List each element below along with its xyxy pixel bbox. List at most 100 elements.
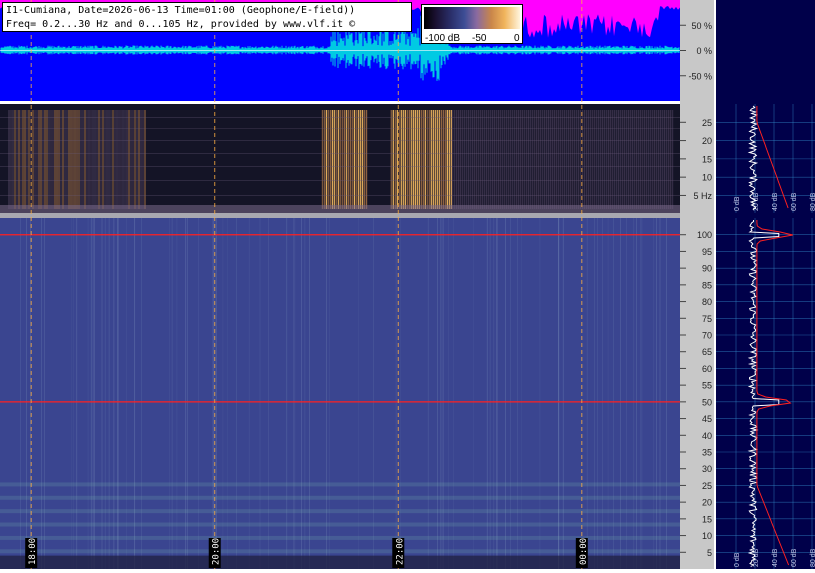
- activity-stripe: [329, 110, 332, 209]
- time-label: 00:00: [579, 538, 589, 565]
- activity-stripe: [479, 110, 482, 209]
- activity-stripe: [559, 110, 562, 209]
- activity-stripe: [60, 110, 62, 209]
- activity-stripe: [402, 110, 404, 209]
- activity-stripe: [633, 110, 636, 209]
- activity-stripe: [487, 110, 490, 209]
- activity-stripe: [655, 110, 658, 209]
- activity-stripe: [491, 110, 494, 209]
- activity-stripe: [400, 110, 402, 209]
- high-freq-y-tick-label: 20: [702, 498, 712, 508]
- activity-stripe: [357, 110, 360, 209]
- station-header: I1-Cumiana, Date=2026-06-13 Time=01:00 (…: [2, 2, 412, 32]
- activity-stripe: [106, 110, 108, 209]
- activity-stripe: [84, 110, 86, 209]
- activity-stripe: [38, 110, 40, 209]
- activity-stripe: [451, 110, 454, 209]
- time-label: 20:00: [212, 538, 222, 565]
- activity-stripe: [337, 110, 340, 209]
- activity-stripe: [649, 110, 652, 209]
- activity-stripe: [74, 110, 76, 209]
- activity-stripe: [126, 110, 128, 209]
- activity-stripe: [50, 110, 52, 209]
- activity-stripe: [627, 110, 630, 209]
- activity-stripe: [571, 110, 574, 209]
- activity-stripe: [82, 110, 84, 209]
- activity-stripe: [469, 110, 472, 209]
- activity-stripe: [130, 110, 132, 209]
- profile-high-xlabel-group: 0 dB: [734, 552, 741, 567]
- activity-stripe: [671, 110, 674, 209]
- high-freq-y-tick-label: 60: [702, 364, 712, 374]
- activity-stripe: [54, 110, 56, 209]
- activity-stripe: [404, 110, 406, 209]
- activity-stripe: [56, 110, 58, 209]
- activity-stripe: [52, 110, 54, 209]
- activity-stripe: [467, 110, 470, 209]
- low-freq-y-tick-label: 15: [702, 154, 712, 164]
- spectrogram-low-panel: [0, 104, 680, 213]
- activity-stripe: [647, 110, 650, 209]
- activity-stripe: [555, 110, 558, 209]
- activity-stripe: [331, 110, 334, 209]
- activity-stripe: [617, 110, 620, 209]
- activity-stripe: [613, 110, 616, 209]
- profile-high-xlabel: 40 dB: [772, 548, 779, 567]
- activity-stripe: [96, 110, 98, 209]
- activity-stripe: [495, 110, 498, 209]
- activity-stripe: [465, 110, 468, 209]
- activity-stripe: [343, 110, 346, 209]
- high-freq-y-tick-label: 45: [702, 414, 712, 424]
- activity-stripe: [450, 110, 452, 209]
- activity-stripe: [104, 110, 106, 209]
- activity-stripe: [132, 110, 134, 209]
- activity-stripe: [585, 110, 588, 209]
- activity-stripe: [434, 110, 436, 209]
- activity-stripe: [455, 110, 458, 209]
- activity-stripe: [589, 110, 592, 209]
- profile-low-xlabel-group: 60 dB: [791, 192, 798, 211]
- high-freq-y-tick-label: 100: [697, 230, 712, 240]
- high-freq-y-tick-label: 30: [702, 464, 712, 474]
- activity-stripe: [436, 110, 438, 209]
- activity-stripe: [102, 110, 104, 209]
- high-freq-y-tick-label: 50: [702, 397, 712, 407]
- high-freq-y-tick-label: 65: [702, 347, 712, 357]
- activity-stripe: [406, 110, 408, 209]
- activity-stripe: [595, 110, 598, 209]
- high-freq-y-tick-label: 80: [702, 297, 712, 307]
- activity-stripe: [349, 110, 352, 209]
- activity-stripe: [507, 110, 510, 209]
- activity-stripe: [477, 110, 480, 209]
- activity-stripe: [18, 110, 20, 209]
- noise-floor-band: [0, 495, 680, 500]
- activity-stripe: [124, 110, 126, 209]
- activity-stripe: [335, 110, 338, 209]
- activity-stripe: [599, 110, 602, 209]
- colorbar-legend: -100 dB -50 0: [421, 4, 523, 44]
- colorbar-label-min: -100 dB: [425, 33, 461, 44]
- profile-low-xlabel-group: 80 dB: [810, 192, 815, 211]
- activity-stripe: [511, 110, 514, 209]
- activity-stripe: [461, 110, 464, 209]
- activity-stripe: [517, 110, 520, 209]
- activity-stripe: [420, 110, 422, 209]
- activity-stripe: [639, 110, 642, 209]
- activity-stripe: [515, 110, 518, 209]
- activity-stripe: [645, 110, 648, 209]
- activity-stripe: [503, 110, 506, 209]
- activity-stripe: [58, 110, 60, 209]
- activity-stripe: [345, 110, 348, 209]
- activity-stripe: [615, 110, 618, 209]
- activity-stripe: [365, 110, 368, 209]
- activity-stripe: [72, 110, 74, 209]
- activity-stripe: [581, 110, 584, 209]
- activity-stripe: [30, 110, 32, 209]
- waveform-y-tick-label: -50 %: [688, 71, 712, 81]
- activity-stripe: [485, 110, 488, 209]
- activity-stripe: [438, 110, 440, 209]
- activity-stripe: [575, 110, 578, 209]
- activity-stripe: [112, 110, 114, 209]
- activity-stripe: [513, 110, 516, 209]
- activity-stripe: [631, 110, 634, 209]
